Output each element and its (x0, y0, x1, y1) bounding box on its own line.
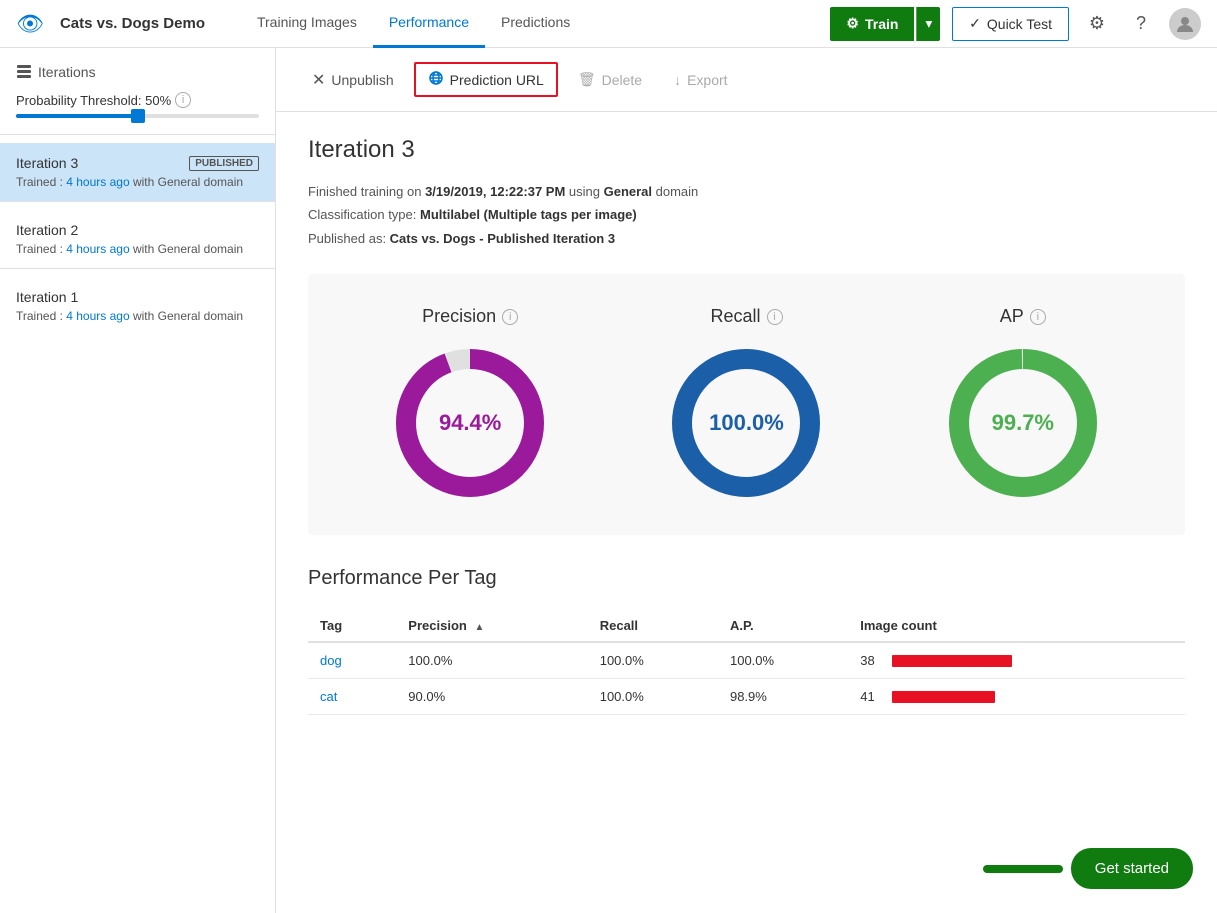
table-header-row: Tag Precision ▲ Recall A.P. Image count (308, 610, 1185, 642)
precision-info-icon[interactable]: i (502, 309, 518, 325)
tab-predictions[interactable]: Predictions (485, 0, 586, 48)
quick-test-button[interactable]: ✓ Quick Test (952, 7, 1069, 41)
iteration2-time-link[interactable]: 4 hours ago (66, 242, 129, 256)
download-icon: ↓ (674, 72, 681, 88)
iteration-item-3[interactable]: Iteration 3 PUBLISHED Trained : 4 hours … (0, 143, 275, 201)
col-recall[interactable]: Recall (588, 610, 718, 642)
recall-info-icon[interactable]: i (767, 309, 783, 325)
col-tag[interactable]: Tag (308, 610, 396, 642)
recall-chart: Recall i 100.0% (666, 306, 826, 503)
table-row-cat: cat 90.0% 100.0% 98.9% 41 (308, 679, 1185, 715)
train-button[interactable]: ⚙ Train (830, 7, 914, 41)
cat-image-bar (892, 691, 995, 703)
train-dropdown-button[interactable]: ▾ (916, 7, 940, 41)
published-badge: PUBLISHED (189, 156, 259, 171)
iteration-title: Iteration 3 (308, 136, 1185, 164)
table-row-dog: dog 100.0% 100.0% 100.0% 38 (308, 642, 1185, 679)
gear-icon: ⚙ (846, 15, 859, 32)
app-logo-icon: 👁 (16, 11, 44, 37)
sidebar-divider-3 (0, 268, 275, 269)
help-icon[interactable]: ? (1125, 8, 1157, 40)
dog-image-bar-container: 38 (860, 653, 1173, 668)
prediction-url-button[interactable]: Prediction URL (414, 62, 558, 97)
probability-threshold: Probability Threshold: 50% i (0, 92, 275, 134)
trash-icon: 🗑 (578, 71, 596, 88)
iterations-label: Iterations (0, 64, 275, 92)
ap-chart: AP i 99.7% (943, 306, 1103, 503)
ap-donut: 99.7% (943, 343, 1103, 503)
iterations-icon (16, 64, 32, 80)
cat-tag-link[interactable]: cat (320, 689, 337, 704)
user-avatar[interactable] (1169, 8, 1201, 40)
iteration-info: Finished training on 3/19/2019, 12:22:37… (308, 180, 1185, 250)
delete-button[interactable]: 🗑 Delete (566, 65, 654, 94)
tab-training-images[interactable]: Training Images (241, 0, 373, 48)
sidebar-divider-2 (0, 201, 275, 202)
header: 👁 Cats vs. Dogs Demo Training Images Per… (0, 0, 1217, 48)
get-started-container: Get started (983, 848, 1193, 889)
checkmark-icon: ✓ (969, 15, 981, 32)
get-started-button[interactable]: Get started (1071, 848, 1193, 889)
ap-info-icon[interactable]: i (1030, 309, 1046, 325)
toolbar: ✕ Unpublish Prediction URL 🗑 Delete ↓ Ex… (276, 48, 1217, 112)
perf-per-tag-title: Performance Per Tag (308, 567, 1185, 590)
sidebar: Iterations Probability Threshold: 50% i … (0, 48, 276, 913)
unpublish-button[interactable]: ✕ Unpublish (300, 64, 406, 96)
main-layout: Iterations Probability Threshold: 50% i … (0, 48, 1217, 913)
threshold-info-icon[interactable]: i (175, 92, 191, 108)
col-ap[interactable]: A.P. (718, 610, 848, 642)
main-content: Iteration 3 Finished training on 3/19/20… (276, 112, 1217, 739)
iteration3-time-link[interactable]: 4 hours ago (66, 175, 129, 189)
sort-icon: ▲ (474, 622, 484, 633)
threshold-slider[interactable] (16, 114, 259, 118)
dog-tag-link[interactable]: dog (320, 653, 342, 668)
x-icon: ✕ (312, 70, 325, 90)
dog-image-bar (892, 655, 1012, 667)
export-button[interactable]: ↓ Export (662, 66, 739, 94)
nav-tabs: Training Images Performance Predictions (241, 0, 586, 48)
charts-section: Precision i 94.4% Recall (308, 274, 1185, 535)
col-precision[interactable]: Precision ▲ (396, 610, 587, 642)
col-image-count[interactable]: Image count (848, 610, 1185, 642)
tab-performance[interactable]: Performance (373, 0, 485, 48)
precision-donut: 94.4% (390, 343, 550, 503)
iteration-item-1[interactable]: Iteration 1 Trained : 4 hours ago with G… (0, 277, 275, 335)
recall-donut: 100.0% (666, 343, 826, 503)
iteration-item-2[interactable]: Iteration 2 Trained : 4 hours ago with G… (0, 210, 275, 268)
content-area: ✕ Unpublish Prediction URL 🗑 Delete ↓ Ex… (276, 48, 1217, 913)
cat-image-bar-container: 41 (860, 689, 1173, 704)
sidebar-divider (0, 134, 275, 135)
performance-table: Tag Precision ▲ Recall A.P. Image count (308, 610, 1185, 715)
precision-chart: Precision i 94.4% (390, 306, 550, 503)
app-title: Cats vs. Dogs Demo (60, 15, 205, 32)
get-started-indicator (983, 865, 1063, 873)
globe-icon (428, 70, 444, 89)
settings-icon[interactable]: ⚙ (1081, 8, 1113, 40)
performance-per-tag-section: Performance Per Tag Tag Precision ▲ Reca… (308, 567, 1185, 715)
iteration1-time-link[interactable]: 4 hours ago (66, 309, 129, 323)
